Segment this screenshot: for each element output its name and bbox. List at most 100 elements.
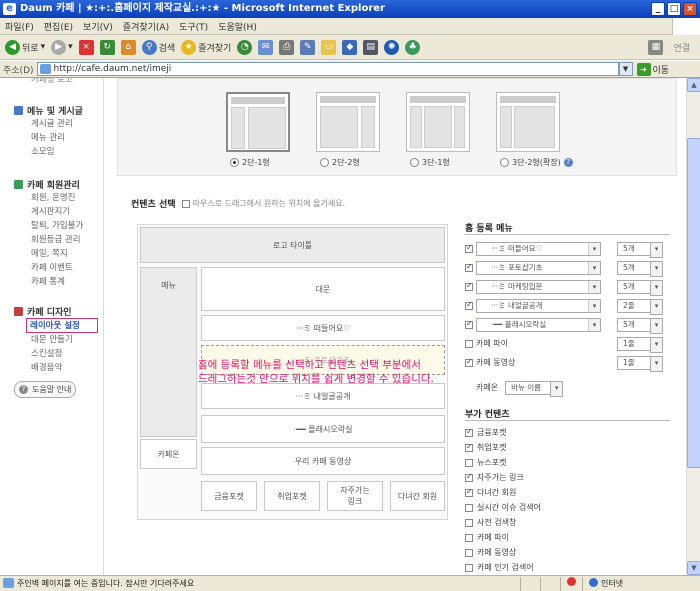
minimize-button[interactable]: _ [651, 2, 665, 16]
maximize-button[interactable]: □ [667, 2, 681, 16]
checkbox[interactable] [465, 487, 473, 497]
cafeon-select[interactable]: 바뉴 이름 [505, 380, 564, 397]
checkbox[interactable] [465, 503, 473, 512]
mail-icon[interactable]: ✉ [258, 39, 274, 55]
folder-icon[interactable]: ▭ [321, 39, 337, 55]
vertical-scrollbar[interactable]: ▲ ▼ [686, 78, 700, 575]
layout-radio-3col-1[interactable]: 3단-1형 [410, 157, 450, 168]
favorites-button[interactable]: ★ 즐겨찾기 [181, 39, 231, 55]
checkbox[interactable] [465, 300, 473, 310]
sidebar-item-group[interactable]: 소모임 [14, 145, 83, 159]
links-block[interactable]: 자주가는 링크 [327, 481, 383, 511]
sidebar-item-stats[interactable]: 카페 통계 [14, 275, 83, 289]
checkbox[interactable] [465, 533, 473, 542]
info-icon[interactable]: ? [563, 158, 573, 167]
history-icon[interactable]: ◔ [237, 39, 253, 55]
sidebar-item-post-manage[interactable]: 게시글 관리 [14, 117, 83, 131]
messenger-icon[interactable]: ◆ [342, 39, 358, 55]
sidebar-item-members[interactable]: 회원, 운영진 [14, 191, 83, 205]
count-select[interactable]: 5개 [617, 241, 663, 258]
checkbox[interactable] [465, 472, 473, 482]
extra-item[interactable]: 다녀간 회원 [465, 485, 670, 500]
address-dropdown-button[interactable]: ▼ [618, 62, 633, 76]
content-block-flash[interactable]: ·━━ 플래시오락실 [201, 415, 445, 443]
menu-edit[interactable]: 편집(E) [39, 20, 78, 33]
checkbox[interactable] [465, 563, 473, 572]
video-block[interactable]: 우리 카페 동영상 [201, 447, 445, 475]
checkbox[interactable] [465, 518, 473, 527]
checkbox[interactable] [465, 442, 473, 452]
extra-item[interactable]: 취업포켓 [465, 440, 670, 455]
extra-item[interactable]: 카페 파이 [465, 530, 670, 545]
blocked-icon[interactable] [560, 576, 582, 591]
checkbox[interactable] [465, 458, 473, 467]
links-icon[interactable]: ▦ [648, 39, 664, 55]
layout-radio-3col-2[interactable]: 3단-2형(확장)? [500, 157, 573, 168]
checkbox[interactable] [465, 548, 473, 557]
search-button[interactable]: ⚲ 검색 [141, 39, 175, 55]
menu-tools[interactable]: 도구(T) [174, 20, 213, 33]
scroll-up-button[interactable]: ▲ [687, 78, 700, 92]
checkbox[interactable] [465, 339, 473, 348]
help-button[interactable]: ? 도움말 안내 [14, 381, 76, 398]
visitors-block[interactable]: 다녀간 회원 [390, 481, 445, 511]
address-input[interactable]: http://cafe.daum.net/imeji [36, 62, 619, 76]
refresh-icon[interactable]: ↻ [99, 39, 115, 55]
edit-icon[interactable]: ✎ [300, 39, 316, 55]
content-block-chat[interactable]: ···ミ 떠들어요♡ [201, 315, 445, 341]
count-select[interactable]: 1줄 [617, 355, 663, 372]
content-block-face[interactable]: ···ミ 내얼굴공개 [201, 383, 445, 409]
count-select[interactable]: 5개 [617, 260, 663, 277]
sidebar-item-layout[interactable]: 레이아웃 설정 [26, 318, 98, 333]
extra-item[interactable]: 카페 동영상 [465, 545, 670, 560]
count-select[interactable]: 2줄 [617, 298, 663, 315]
checkbox[interactable] [465, 357, 473, 367]
layout-thumb-2col-1[interactable] [226, 92, 290, 152]
home-icon[interactable]: ⌂ [120, 39, 136, 55]
stop-icon[interactable]: × [78, 39, 94, 55]
layout-thumb-2col-2[interactable] [316, 92, 380, 152]
checkbox[interactable] [465, 427, 473, 437]
menu-select[interactable]: ···ミ 내얼굴공개 [476, 298, 601, 313]
extra-item[interactable]: 사전 검색창 [465, 515, 670, 530]
layout-thumb-3col-1[interactable] [406, 92, 470, 152]
sidebar-item-skin[interactable]: 스킨설정 [14, 347, 98, 361]
layout-radio-2col-1[interactable]: 2단-1형 [230, 157, 270, 168]
count-select[interactable]: 1줄 [617, 336, 663, 353]
checkbox[interactable] [465, 281, 473, 291]
layout-radio-2col-2[interactable]: 2단-2형 [320, 157, 360, 168]
go-button[interactable]: ➜ 이동 [636, 62, 669, 76]
menu-help[interactable]: 도움말(H) [213, 20, 262, 33]
logo-block[interactable]: 로고 타이틀 [140, 227, 445, 263]
finance-pocket-block[interactable]: 금융포켓 [201, 481, 257, 511]
sidebar-item-menu-manage[interactable]: 메뉴 관리 [14, 131, 83, 145]
count-select[interactable]: 5개 [617, 279, 663, 296]
count-select[interactable]: 5개 [617, 317, 663, 334]
extra-item[interactable]: 실시간 이슈 검색어 [465, 500, 670, 515]
sidebar-item-event[interactable]: 카페 이벤트 [14, 261, 83, 275]
scroll-thumb[interactable] [687, 138, 700, 468]
menu-view[interactable]: 보기(V) [78, 20, 118, 33]
menu-file[interactable]: 파일(F) [0, 20, 39, 33]
menu-select[interactable]: ···ミ 떠들어요♡ [476, 241, 601, 256]
extra-item[interactable]: 자주가는 링크 [465, 470, 670, 485]
extra-item[interactable]: 카페 인기 검색어 [465, 560, 670, 575]
users-icon[interactable]: ♣ [405, 39, 421, 55]
sidebar-item-partial[interactable]: 카페명 로고 [14, 78, 73, 87]
cafeon-block[interactable]: 카페온 [140, 439, 197, 469]
sidebar-item-main-page[interactable]: 대문 만들기 [14, 333, 98, 347]
forward-button[interactable]: ▶ ▾ [51, 39, 73, 55]
menu-select[interactable]: ···ミ 포토샵기초 [476, 260, 601, 275]
layout-thumb-3col-2[interactable] [496, 92, 560, 152]
sidebar-item-grades[interactable]: 회원등급 관리 [14, 233, 83, 247]
settings-gear-icon[interactable]: ✺ [384, 39, 400, 55]
sidebar-item-board-keeper[interactable]: 게시판지기 [14, 205, 83, 219]
close-button[interactable]: × [683, 2, 697, 16]
checkbox[interactable] [465, 243, 473, 253]
menu-select[interactable]: ···ミ 마케팅입문 [476, 279, 601, 294]
drag-ghost-block[interactable]: ···ミ 포토샵기초 [201, 345, 445, 375]
sidebar-item-withdraw[interactable]: 탈퇴, 가입불가 [14, 219, 83, 233]
connect-label[interactable]: 연결 [673, 41, 690, 54]
back-button[interactable]: ◀ 뒤로 ▾ [5, 39, 45, 55]
menu-block[interactable]: 메뉴 [140, 267, 197, 437]
